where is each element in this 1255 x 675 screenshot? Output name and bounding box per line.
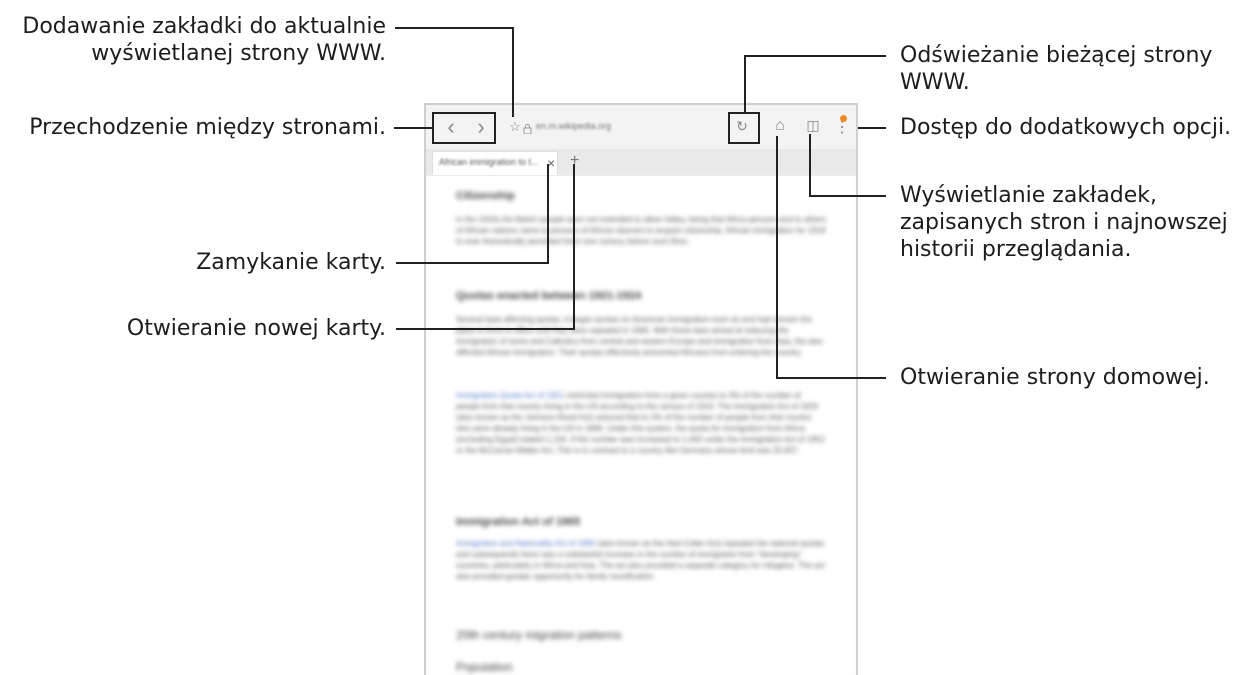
callout-line: historii przeglądania. [900, 237, 1132, 262]
leader-line [776, 377, 886, 379]
callout-bookmark: Dodawanie zakładki do aktualnie wyświetl… [4, 13, 386, 67]
leader-line [744, 55, 746, 112]
section-heading: Citizenship [456, 190, 515, 202]
tab-bar: African immigration to t... × + [426, 149, 856, 176]
article-link[interactable]: Immigration and Nationality Act of 1965 [456, 539, 595, 548]
leader-line [858, 127, 886, 129]
callout-home: Otwieranie strony domowej. [900, 365, 1210, 390]
section-heading: Immigration Act of 1965 [456, 516, 581, 528]
callout-line: wyświetlanej strony WWW. [91, 41, 386, 66]
leader-line [512, 27, 514, 117]
section-text: Immigration and Nationality Act of 1965 … [456, 538, 826, 582]
leader-line [809, 195, 886, 197]
leader-line [809, 134, 811, 196]
notification-dot [840, 115, 847, 122]
callout-bookmarks-view: Wyświetlanie zakładek, zapisanych stron … [900, 182, 1228, 263]
callout-line: zapisanych stron i najnowszej [900, 210, 1228, 235]
leader-line [744, 55, 886, 57]
article-link[interactable]: Immigration Quota Act of 1921 [456, 391, 564, 400]
callout-line: Wyświetlanie zakładek, [900, 183, 1158, 208]
leader-line [573, 164, 575, 330]
star-icon[interactable]: ☆ [508, 119, 522, 135]
nav-highlight [432, 112, 496, 144]
leader-line [547, 164, 549, 264]
callout-line: Dodawanie zakładki do aktualnie [22, 14, 386, 39]
callout-more-options: Dostęp do dodatkowych opcji. [900, 115, 1232, 140]
paragraph-body: restricted immigration from a given coun… [456, 391, 825, 455]
lock-icon [522, 121, 532, 135]
callout-close-tab: Zamykanie karty. [196, 250, 386, 275]
tab-title: African immigration to t... [439, 157, 539, 167]
browser-tab[interactable]: African immigration to t... × [432, 151, 558, 175]
callout-refresh: Odświeżanie bieżącej strony WWW. [900, 42, 1212, 96]
leader-line [396, 262, 548, 264]
book-icon[interactable]: ◫ [804, 117, 822, 134]
page-content: Citizenship In the 1910s the Bahá'í peop… [426, 176, 856, 675]
section-text: Several laws affecting quotas, it began … [456, 315, 823, 357]
leader-line [396, 328, 574, 330]
home-icon[interactable]: ⌂ [772, 117, 788, 135]
leader-line [394, 127, 432, 129]
callout-line: WWW. [900, 70, 970, 95]
callout-new-tab: Otwieranie nowej karty. [126, 316, 386, 341]
section-text: In the 1910s the Bahá'í people were not … [456, 215, 826, 246]
leader-line [776, 136, 778, 378]
url-field[interactable]: en.m.wikipedia.org [536, 121, 611, 131]
callout-nav: Przechodzenie między stronami. [29, 115, 386, 140]
refresh-highlight [728, 112, 760, 144]
browser-window: ‹ › ☆ en.m.wikipedia.org ↻ ⌂ ◫ ⋮ African… [424, 103, 858, 675]
collapsed-section[interactable]: Population [456, 660, 826, 674]
section-heading: Quotas enacted between 1921-1924 [456, 290, 642, 302]
section-text: Immigration Quota Act of 1921 restricted… [456, 390, 826, 456]
collapsed-section[interactable]: 20th century migration patterns [456, 628, 826, 642]
leader-line [395, 27, 513, 29]
callout-line: Odświeżanie bieżącej strony [900, 43, 1213, 68]
